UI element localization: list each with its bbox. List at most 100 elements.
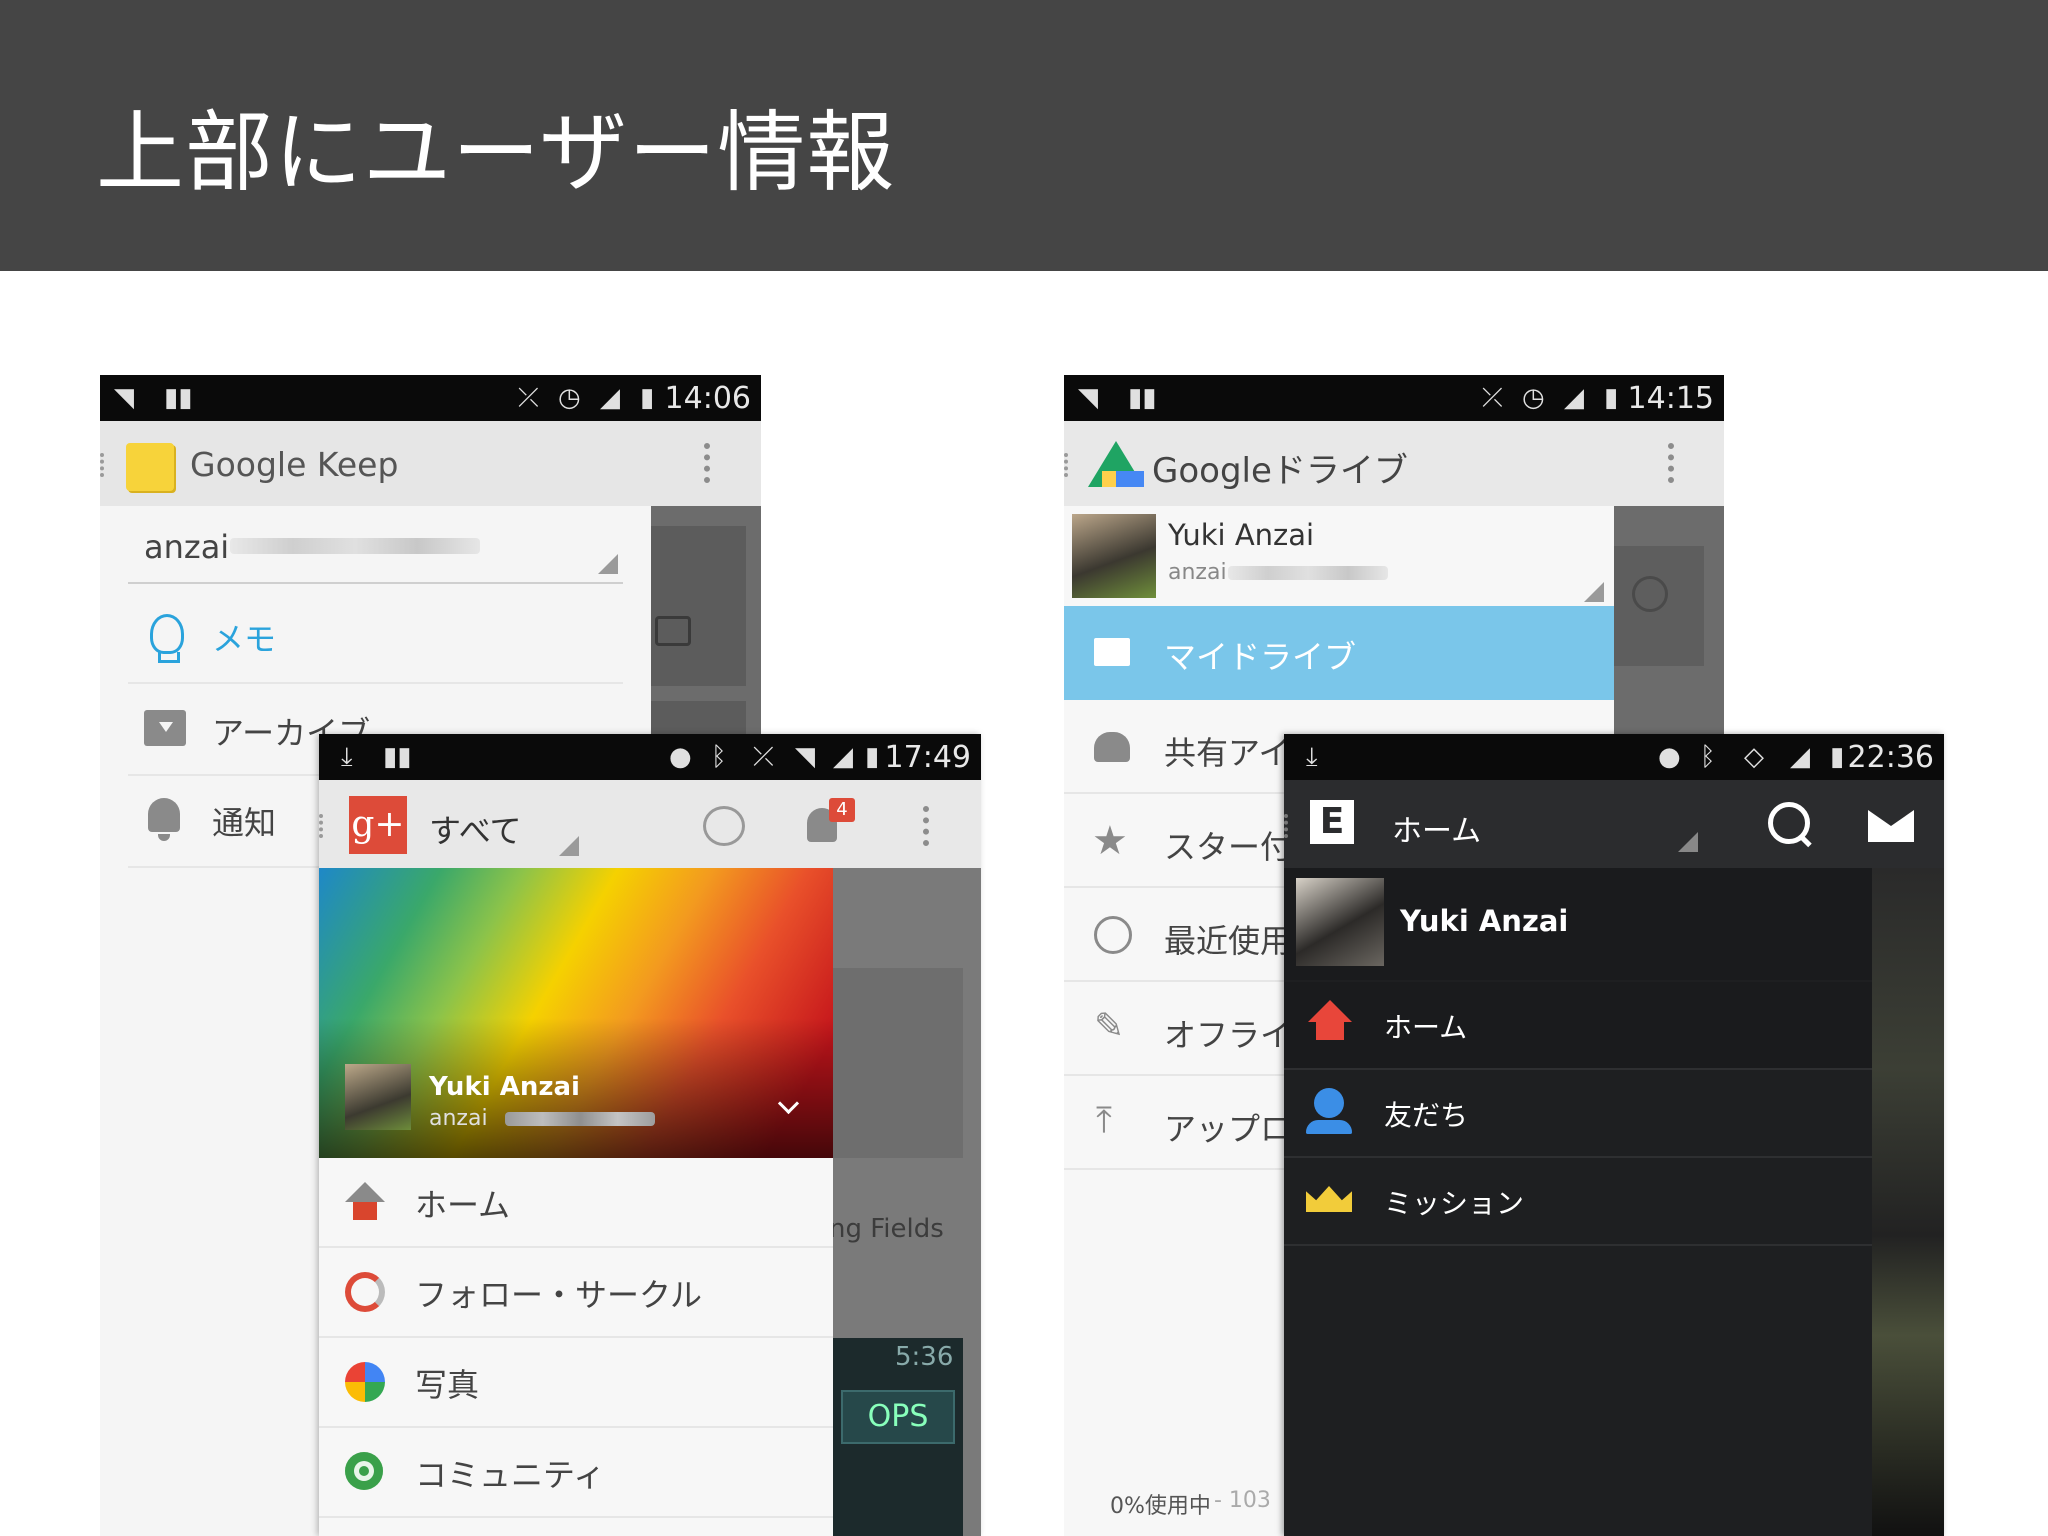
- wifi-icon: ◥: [114, 383, 134, 413]
- friends-person-icon-body: [1306, 1120, 1352, 1134]
- evernote-app-bar[interactable]: E ホーム: [1284, 780, 1944, 868]
- gplus-menu-item-community[interactable]: コミュニティ: [319, 1428, 833, 1518]
- gplus-menu-divider: [319, 1516, 833, 1518]
- notification-count-badge: 4: [829, 798, 855, 822]
- bluetooth-icon: ᛒ: [1700, 742, 1716, 772]
- signal-icon: ◢: [1564, 383, 1584, 413]
- keep-account-name: anzai: [144, 528, 230, 566]
- gplus-clock: 17:49: [884, 740, 971, 775]
- gplus-user-name: Yuki Anzai: [429, 1072, 580, 1102]
- drive-status-bar: ◥ ▮▮ ⤫ ◷ ◢ ▮ 14:15: [1064, 375, 1724, 421]
- evernote-section-selector[interactable]: ホーム: [1392, 802, 1698, 856]
- keep-clock: 14:06: [664, 381, 751, 416]
- drive-folder-icon: [1094, 638, 1130, 666]
- camera-icon: [655, 616, 691, 646]
- drive-avatar: [1072, 514, 1156, 598]
- drive-storage-total: - 103: [1214, 1488, 1271, 1513]
- slide-title: 上部にユーザー情報: [96, 101, 896, 204]
- shared-people-icon: [1094, 732, 1130, 762]
- mute-icon: ⤫: [753, 742, 774, 772]
- evernote-menu-label-missions: ミッション: [1384, 1187, 1525, 1220]
- gplus-cover-photo[interactable]: Yuki Anzai anzai: [319, 868, 833, 1158]
- pin-icon: ✎: [1094, 1006, 1125, 1047]
- keep-overflow-icon[interactable]: [704, 443, 716, 483]
- drive-menu-item-my-drive[interactable]: マイドライブ: [1064, 606, 1614, 700]
- gplus-menu-item-home[interactable]: ホーム: [319, 1158, 833, 1248]
- gplus-screenshot: ⤓ ▮▮ ● ᛒ ⤫ ◥ ◢ ▮ 17:49 g+ すべて 4 ng Field…: [319, 734, 981, 1536]
- gplus-status-bar: ⤓ ▮▮ ● ᛒ ⤫ ◥ ◢ ▮ 17:49: [319, 734, 981, 780]
- keep-menu-label-notification: 通知: [212, 804, 277, 842]
- wifi-icon: ◥: [795, 742, 815, 772]
- signal-icon: ◢: [600, 383, 620, 413]
- info-icon: [1632, 576, 1668, 612]
- battery-icon: ▮: [1604, 383, 1619, 413]
- upload-icon: ⤒: [1096, 1100, 1112, 1141]
- location-icon: ●: [669, 742, 692, 772]
- drive-drawer-indicator-icon: [1064, 453, 1074, 477]
- gplus-user-email: anzai: [429, 1106, 488, 1131]
- gplus-stream-selector[interactable]: すべて: [429, 802, 629, 856]
- keep-account-selector[interactable]: anzai: [128, 506, 623, 586]
- drive-app-bar[interactable]: Googleドライブ: [1064, 421, 1724, 506]
- evernote-content-scrim: [1872, 868, 1944, 1536]
- drive-menu-label-offline: オフライ: [1164, 1016, 1293, 1054]
- drive-menu-label-upload: アップロ: [1164, 1110, 1293, 1148]
- keep-menu-label-memo: メモ: [212, 620, 277, 658]
- keep-status-bar: ◥ ▮▮ ⤫ ◷ ◢ ▮ 14:06: [100, 375, 761, 421]
- evernote-menu-label-friends: 友だち: [1384, 1099, 1469, 1132]
- home-icon-body: [353, 1202, 377, 1220]
- mute-icon: ⤫: [518, 383, 539, 413]
- evernote-home-icon: [1308, 1000, 1352, 1022]
- mute-icon: ⤫: [1482, 383, 1503, 413]
- evernote-screenshot: ⤓ ● ᛒ ◇ ◢ ▮ 22:36 E ホーム Yuki Anzai ホーム 友…: [1284, 734, 1944, 1536]
- keep-menu-divider: [128, 682, 623, 684]
- drive-account-selector[interactable]: Yuki Anzai anzai: [1064, 506, 1614, 602]
- keep-account-dropdown-icon: [598, 554, 618, 574]
- evernote-account-header[interactable]: Yuki Anzai: [1284, 868, 1872, 980]
- barcode-icon: ▮▮: [164, 383, 193, 413]
- gplus-menu-item-circles[interactable]: フォロー・サークル: [319, 1248, 833, 1338]
- gplus-menu-label-photos: 写真: [415, 1366, 480, 1404]
- gplus-post-text: ng Fields: [829, 1214, 944, 1244]
- gplus-avatar: [345, 1064, 411, 1130]
- drive-clock: 14:15: [1627, 381, 1714, 416]
- gplus-drawer-indicator-icon: [319, 814, 329, 838]
- gplus-menu-item-photos[interactable]: 写真: [319, 1338, 833, 1428]
- lightbulb-base: [158, 652, 180, 663]
- gplus-overflow-icon[interactable]: [923, 806, 935, 846]
- gplus-post-image: 5:36 OPS: [833, 1338, 963, 1536]
- evernote-clock: 22:36: [1847, 740, 1934, 775]
- gplus-app-title: すべて: [429, 812, 522, 850]
- evernote-menu-item-home[interactable]: ホーム: [1284, 982, 1872, 1070]
- gplus-stream-dropdown-icon: [559, 836, 579, 856]
- keep-menu-item-memo[interactable]: メモ: [100, 594, 651, 684]
- gplus-logo-icon: g+: [349, 796, 407, 854]
- signal-icon: ◢: [833, 742, 853, 772]
- drive-app-title: Googleドライブ: [1152, 451, 1408, 491]
- follow-circles-icon: [345, 1272, 385, 1312]
- crown-icon: [1306, 1186, 1352, 1212]
- keep-account-email-blurred: [230, 538, 480, 554]
- evernote-section-dropdown-icon: [1678, 832, 1698, 852]
- drive-menu-label-recent: 最近使用: [1164, 922, 1293, 960]
- circles-icon[interactable]: [703, 806, 745, 846]
- evernote-app-title: ホーム: [1392, 814, 1482, 849]
- keep-app-title: Google Keep: [190, 445, 399, 484]
- evernote-menu-divider: [1284, 1244, 1872, 1246]
- drive-user-email-blurred: [1228, 566, 1388, 580]
- drive-overflow-icon[interactable]: [1668, 443, 1680, 483]
- evernote-menu-item-friends[interactable]: 友だち: [1284, 1070, 1872, 1158]
- wifi-icon: ◥: [1078, 383, 1098, 413]
- bell-icon-clapper: [158, 834, 170, 841]
- gplus-menu-label-circles: フォロー・サークル: [415, 1276, 703, 1314]
- evernote-avatar: [1296, 878, 1384, 966]
- keep-app-bar[interactable]: Google Keep: [100, 421, 761, 506]
- evernote-menu-item-missions[interactable]: ミッション: [1284, 1158, 1872, 1246]
- gplus-post-card: [833, 968, 963, 1158]
- alarm-icon: ◷: [1522, 383, 1545, 413]
- gplus-app-bar[interactable]: g+ すべて 4: [319, 780, 981, 868]
- bell-icon: [148, 798, 180, 832]
- battery-icon: ▮: [1830, 742, 1845, 772]
- evernote-drawer-indicator-icon: [1284, 814, 1294, 838]
- gplus-post-image-badge: OPS: [841, 1390, 955, 1444]
